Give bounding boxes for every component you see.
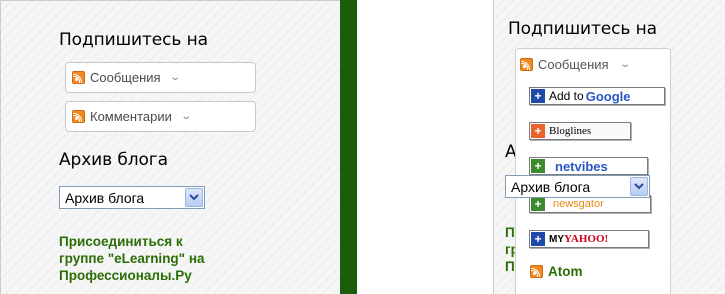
sidebar-green-edge: [340, 0, 357, 294]
atom-label: Atom: [548, 264, 583, 279]
archive-select[interactable]: Архив блога: [59, 186, 205, 209]
subscribe-comments-label: Комментарии: [90, 109, 172, 124]
rss-icon: [72, 71, 85, 84]
plus-icon: +: [531, 89, 545, 103]
subscribe-heading: Подпишитесь на: [59, 30, 208, 50]
chevron-down-icon: ⌄: [618, 59, 631, 70]
subscribe-comments-button[interactable]: Комментарии ⌄: [65, 101, 256, 132]
netvibes-logo: netvibes: [555, 158, 608, 174]
subscribe-posts-button[interactable]: Сообщения ⌄: [65, 62, 256, 93]
chevron-down-icon: ⌄: [168, 72, 181, 83]
my-yahoo-prefix: MY: [549, 233, 564, 245]
add-to-google-prefix: Add to: [549, 89, 584, 103]
join-group-link-line: Присоединиться к: [59, 234, 183, 249]
rss-icon: [530, 265, 543, 278]
divider: [0, 0, 357, 1]
my-yahoo-button[interactable]: + MY YAHOO!: [529, 230, 649, 248]
join-group-link-line: группе "eLearning" на: [59, 251, 205, 266]
left-panel: Подпишитесь на Сообщения ⌄ Комментарии ⌄…: [0, 0, 357, 294]
bloglines-button[interactable]: + Bloglines: [529, 122, 631, 140]
subscribe-posts-button[interactable]: Сообщения ⌄: [520, 57, 631, 72]
archive-select-value: Архив блога: [511, 178, 591, 195]
subscribe-dropdown-menu: Сообщения ⌄ + Add to Google + Bloglines …: [515, 48, 671, 294]
dropdown-arrow-icon[interactable]: [630, 177, 648, 196]
google-logo: Google: [585, 88, 631, 104]
netvibes-button[interactable]: + netvibes: [529, 157, 648, 175]
divider: [0, 0, 1, 294]
divider: [493, 0, 494, 294]
subscribe-posts-label: Сообщения: [538, 57, 609, 72]
rss-icon: [520, 58, 533, 71]
join-group-link[interactable]: Присоединиться к группе "eLearning" на П…: [59, 233, 319, 284]
plus-icon: +: [531, 197, 545, 211]
join-group-link-line: Профессионалы.Ру: [59, 268, 192, 283]
plus-icon: +: [531, 232, 545, 246]
rss-icon: [72, 110, 85, 123]
subscribe-heading: Подпишитесь на: [508, 19, 657, 39]
atom-feed-link[interactable]: Atom: [530, 264, 583, 279]
plus-icon: +: [531, 124, 545, 138]
chevron-down-icon: ⌄: [180, 111, 192, 122]
archive-heading: Архив блога: [59, 150, 168, 170]
yahoo-logo: YAHOO!: [564, 233, 609, 245]
plus-icon: +: [531, 159, 545, 173]
bloglines-label: Bloglines: [549, 125, 592, 137]
subscribe-posts-label: Сообщения: [90, 70, 161, 85]
archive-select[interactable]: Архив блога: [505, 175, 650, 198]
archive-select-value: Архив блога: [65, 189, 145, 206]
newsgator-logo: newsgator: [553, 198, 604, 210]
right-panel: Подпишитесь на А П гр П Сообщения ⌄ + Ad…: [493, 0, 725, 294]
dropdown-arrow-icon[interactable]: [185, 188, 203, 207]
add-to-google-button[interactable]: + Add to Google: [529, 87, 665, 105]
